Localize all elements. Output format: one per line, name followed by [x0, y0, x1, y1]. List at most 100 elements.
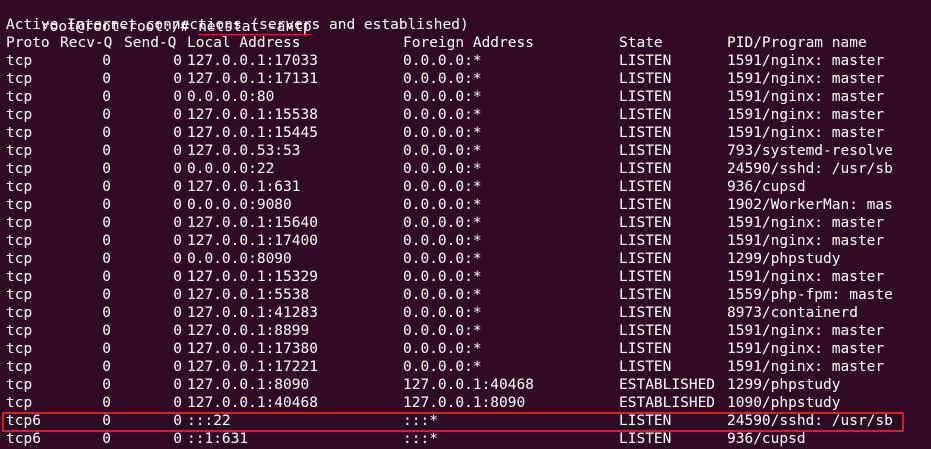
cell-proto: tcp	[6, 53, 33, 69]
cell-recv-q: 0	[102, 71, 111, 87]
cell-proto: tcp	[6, 251, 33, 267]
cell-recv-q: 0	[102, 395, 111, 411]
cell-state: LISTEN	[619, 53, 672, 69]
cell-send-q: 0	[173, 53, 182, 69]
cell-recv-q: 0	[102, 161, 111, 177]
cell-pid-program: 1591/nginx: master	[727, 71, 885, 87]
header-pid-program: PID/Program name	[727, 35, 867, 51]
cell-send-q: 0	[173, 197, 182, 213]
cell-local-address: 0.0.0.0:8090	[187, 251, 292, 267]
cell-local-address: 127.0.0.1:17380	[187, 341, 318, 357]
table-row: tcp 0 0 127.0.0.1:15538 0.0.0.0:* LISTEN 1591/…	[6, 106, 926, 124]
cell-send-q: 0	[173, 107, 182, 123]
cell-pid-program: 793/systemd-resolve	[727, 143, 893, 159]
cell-foreign-address: 0.0.0.0:*	[403, 197, 482, 213]
table-row: tcp 0 0 127.0.0.1:17221 0.0.0.0:* LISTEN 1591/…	[6, 358, 926, 376]
cell-state: LISTEN	[619, 305, 672, 321]
cell-proto: tcp	[6, 377, 33, 393]
cell-foreign-address: 127.0.0.1:8090	[403, 395, 526, 411]
cell-recv-q: 0	[102, 179, 111, 195]
cell-recv-q: 0	[102, 323, 111, 339]
cell-local-address: 127.0.0.1:17221	[187, 359, 318, 375]
cell-foreign-address: 0.0.0.0:*	[403, 125, 482, 141]
cell-foreign-address: 0.0.0.0:*	[403, 359, 482, 375]
cell-recv-q: 0	[102, 215, 111, 231]
table-row: tcp 0 0 127.0.0.53:53 0.0.0.0:* LISTEN 793/sys…	[6, 142, 926, 160]
cell-proto: tcp	[6, 287, 33, 303]
cell-recv-q: 0	[102, 89, 111, 105]
cell-proto: tcp	[6, 197, 33, 213]
cell-state: LISTEN	[619, 215, 672, 231]
highlight-box	[2, 412, 904, 432]
cell-foreign-address: 0.0.0.0:*	[403, 89, 482, 105]
table-row: tcp 0 0 127.0.0.1:17380 0.0.0.0:* LISTEN 1591/…	[6, 340, 926, 358]
terminal-window[interactable]: root@root-root:/# netstat -antp Active I…	[0, 0, 931, 449]
cell-local-address: 127.0.0.1:15329	[187, 269, 318, 285]
cell-recv-q: 0	[102, 269, 111, 285]
cell-pid-program: 1591/nginx: master	[727, 215, 885, 231]
cell-pid-program: 1591/nginx: master	[727, 125, 885, 141]
cell-recv-q: 0	[102, 107, 111, 123]
cell-local-address: 127.0.0.1:17400	[187, 233, 318, 249]
cell-send-q: 0	[173, 125, 182, 141]
cell-proto: tcp	[6, 125, 33, 141]
cell-pid-program: 1591/nginx: master	[727, 323, 885, 339]
cell-proto: tcp	[6, 143, 33, 159]
cell-pid-program: 1591/nginx: master	[727, 107, 885, 123]
cell-send-q: 0	[173, 251, 182, 267]
cell-recv-q: 0	[102, 143, 111, 159]
header-send-q: Send-Q	[124, 35, 177, 51]
cell-send-q: 0	[173, 71, 182, 87]
cell-recv-q: 0	[102, 431, 111, 447]
cell-recv-q: 0	[102, 305, 111, 321]
cell-foreign-address: 0.0.0.0:*	[403, 323, 482, 339]
cell-recv-q: 0	[102, 53, 111, 69]
cell-state: LISTEN	[619, 341, 672, 357]
cell-proto: tcp	[6, 341, 33, 357]
cell-local-address: 127.0.0.1:15640	[187, 215, 318, 231]
header-local-address: Local Address	[187, 35, 301, 51]
header-state: State	[619, 35, 663, 51]
cell-pid-program: 1591/nginx: master	[727, 53, 885, 69]
cell-pid-program: 936/cupsd	[727, 179, 806, 195]
table-row: tcp 0 0 127.0.0.1:15329 0.0.0.0:* LISTEN 1591/…	[6, 268, 926, 286]
table-row: tcp 0 0 127.0.0.1:17400 0.0.0.0:* LISTEN 1591/…	[6, 232, 926, 250]
cell-foreign-address: 0.0.0.0:*	[403, 305, 482, 321]
table-row: tcp 0 0 0.0.0.0:8090 0.0.0.0:* LISTEN 1299/php…	[6, 250, 926, 268]
table-row: tcp6 0 0::1:631:::* LISTEN 936/cupsd	[6, 430, 926, 448]
cell-state: LISTEN	[619, 161, 672, 177]
cell-local-address: 127.0.0.1:8090	[187, 377, 310, 393]
cell-foreign-address: :::*	[403, 431, 438, 447]
cell-foreign-address: 0.0.0.0:*	[403, 341, 482, 357]
cell-proto: tcp	[6, 395, 33, 411]
cell-local-address: 127.0.0.1:5538	[187, 287, 310, 303]
cell-state: LISTEN	[619, 323, 672, 339]
cell-send-q: 0	[173, 233, 182, 249]
cell-state: LISTEN	[619, 269, 672, 285]
cell-state: LISTEN	[619, 125, 672, 141]
table-header: Proto Recv-Q Send-Q Local Address Foreig…	[6, 34, 926, 52]
table-row: tcp 0 0 127.0.0.1:8090 127.0.0.1:40468 ESTABL…	[6, 376, 926, 394]
cell-pid-program: 936/cupsd	[727, 431, 806, 447]
table-row: tcp 0 0 127.0.0.1:631 0.0.0.0:* LISTEN 936/cup…	[6, 178, 926, 196]
cell-send-q: 0	[173, 215, 182, 231]
cell-foreign-address: 0.0.0.0:*	[403, 53, 482, 69]
cell-state: LISTEN	[619, 107, 672, 123]
cell-proto: tcp	[6, 161, 33, 177]
cell-send-q: 0	[173, 377, 182, 393]
cell-send-q: 0	[173, 431, 182, 447]
cell-send-q: 0	[173, 359, 182, 375]
cell-foreign-address: 0.0.0.0:*	[403, 269, 482, 285]
cell-foreign-address: 0.0.0.0:*	[403, 287, 482, 303]
table-row: tcp 0 0 0.0.0.0:9080 0.0.0.0:* LISTEN 1902/Wor…	[6, 196, 926, 214]
cell-local-address: 127.0.0.1:15445	[187, 125, 318, 141]
cell-foreign-address: 0.0.0.0:*	[403, 107, 482, 123]
header-recv-q: Recv-Q	[60, 35, 113, 51]
cell-recv-q: 0	[102, 377, 111, 393]
cell-pid-program: 1591/nginx: master	[727, 233, 885, 249]
cell-pid-program: 24590/sshd: /usr/sb	[727, 161, 893, 177]
header-foreign-address: Foreign Address	[403, 35, 534, 51]
cell-state: ESTABLISHED	[619, 395, 716, 411]
cell-recv-q: 0	[102, 287, 111, 303]
cell-send-q: 0	[173, 143, 182, 159]
